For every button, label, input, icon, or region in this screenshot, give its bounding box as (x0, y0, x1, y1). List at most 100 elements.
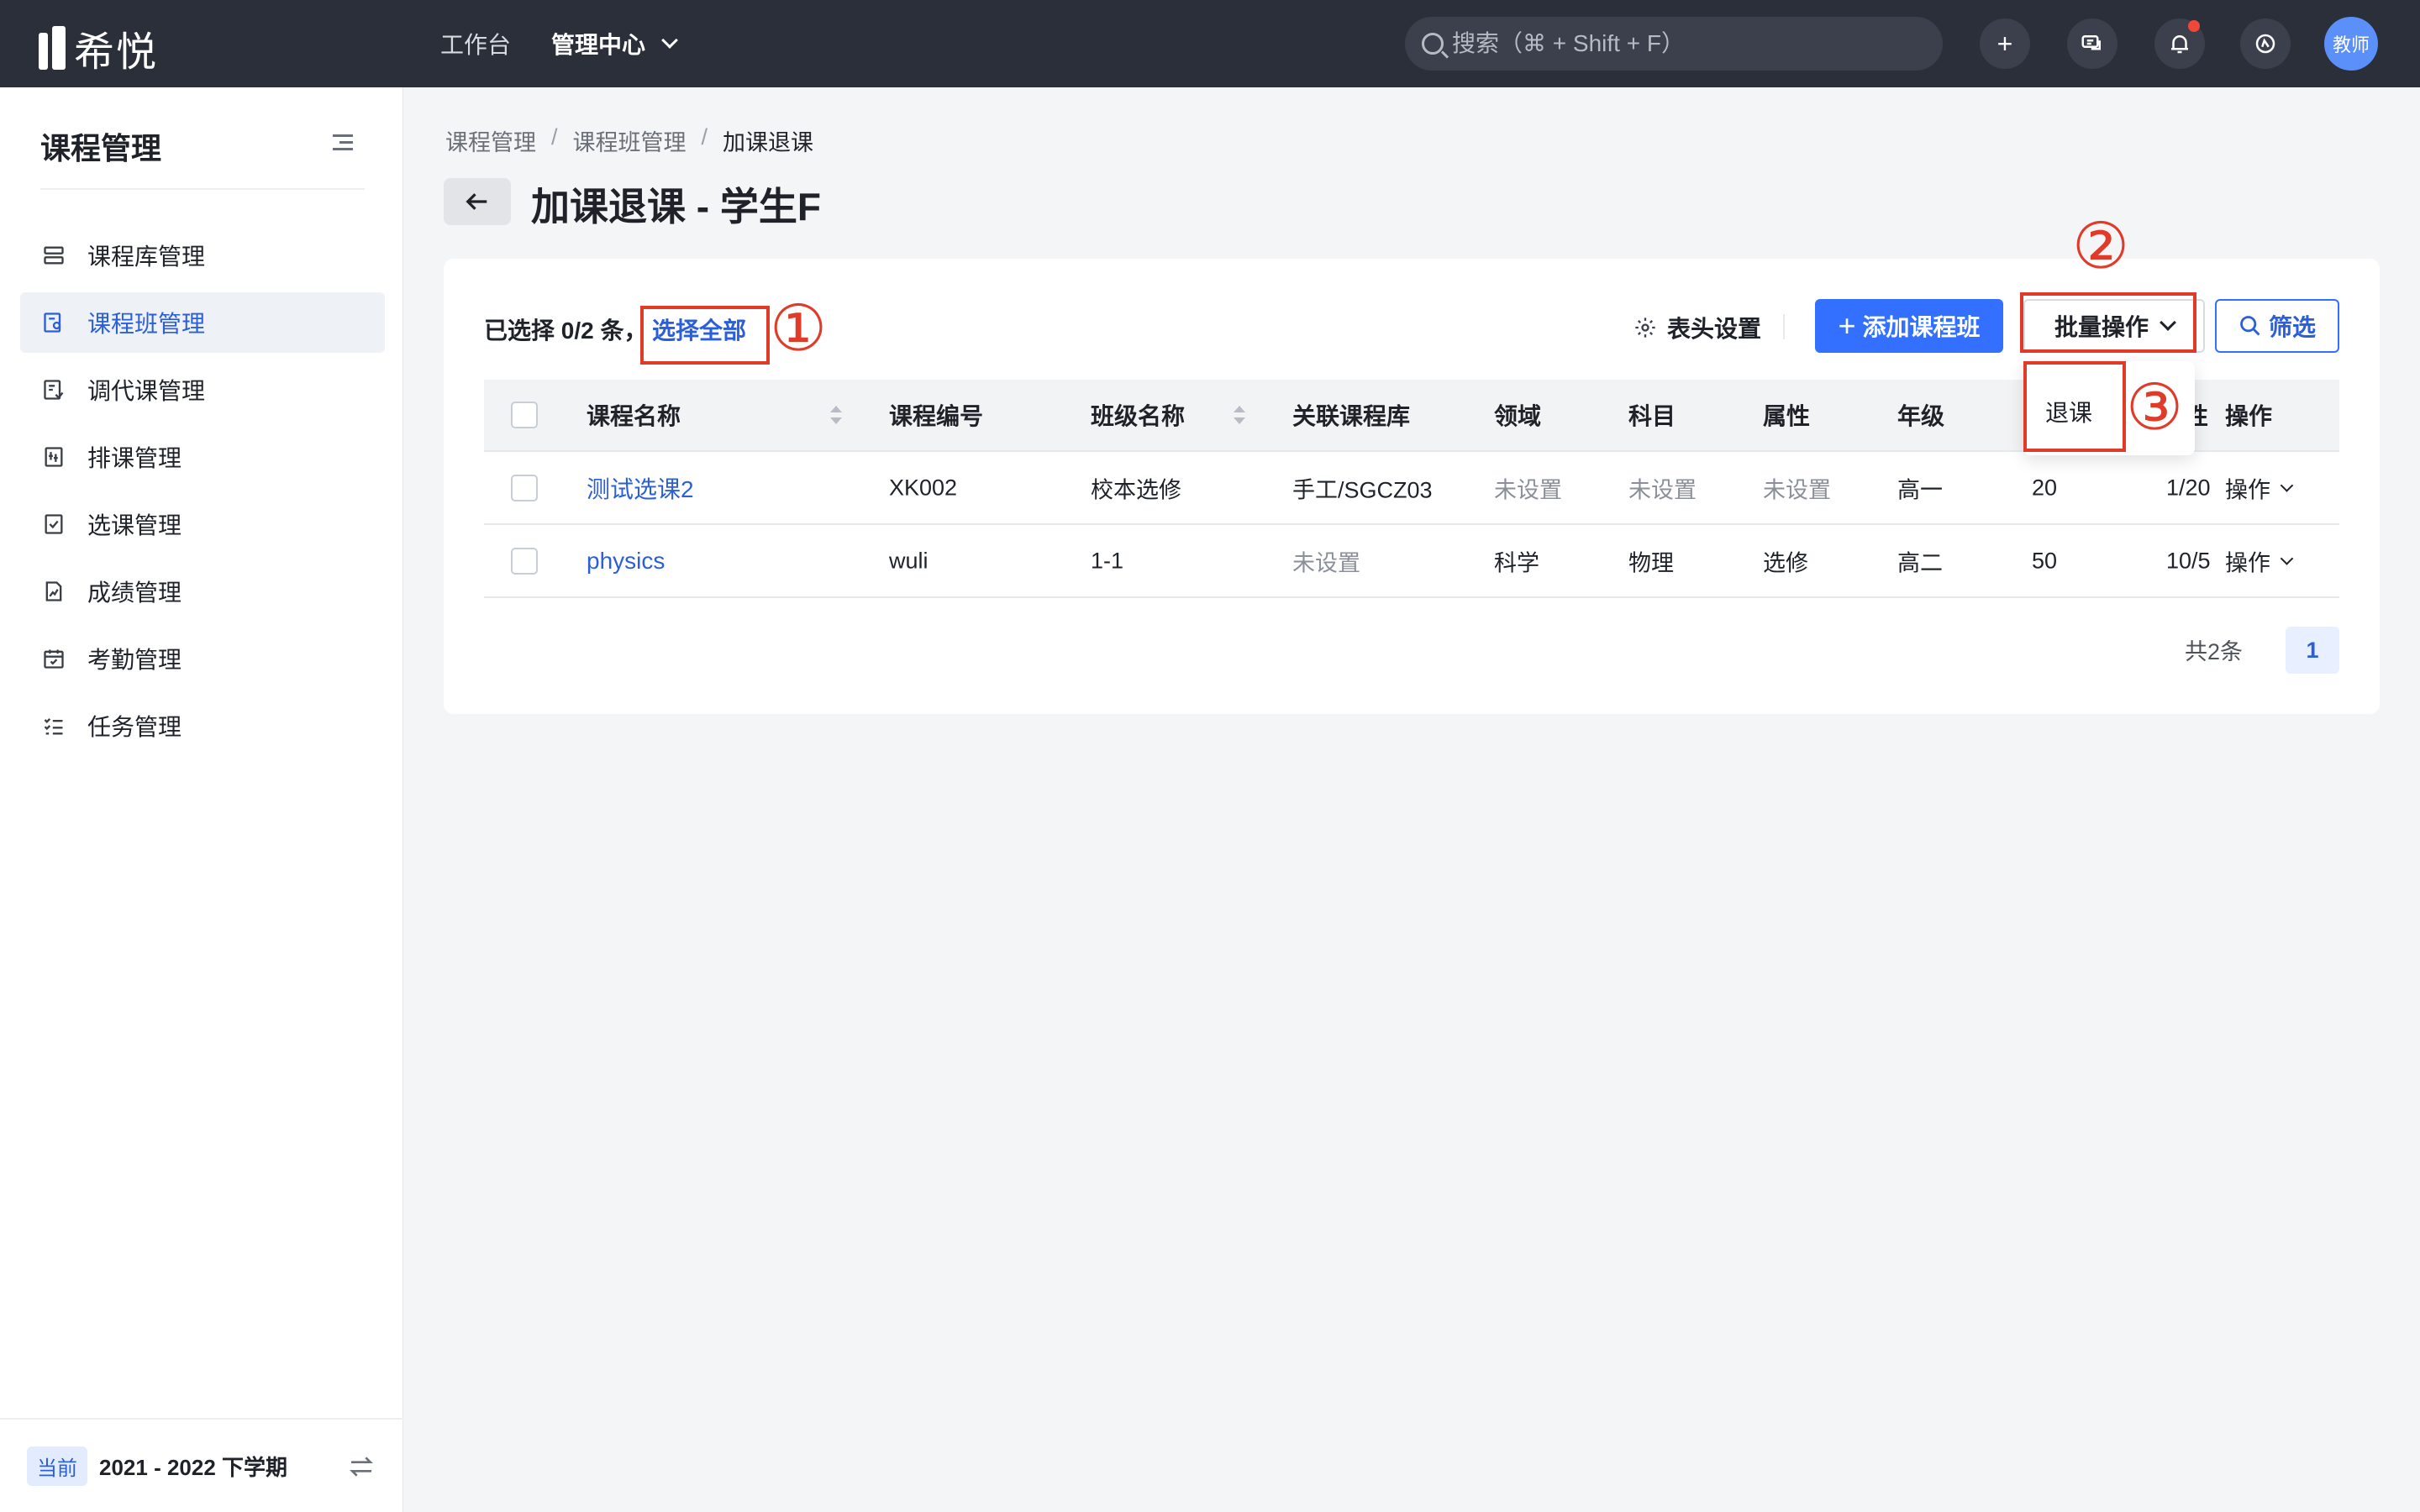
breadcrumb-item-course-management[interactable]: 课程管理 (445, 124, 536, 157)
course-name-link[interactable]: 测试选课2 (587, 471, 694, 505)
search-icon (2240, 316, 2260, 336)
messages-button[interactable] (2067, 18, 2118, 69)
sidebar-item-substitute[interactable]: 调代课管理 (20, 360, 385, 420)
sidebar-item-label: 调代课管理 (87, 378, 206, 404)
sidebar-item-label: 排课管理 (87, 445, 182, 471)
filter-button[interactable]: 筛选 (2215, 299, 2339, 353)
compass-icon (2255, 34, 2275, 54)
sidebar-item-course-select[interactable]: 选课管理 (20, 494, 385, 554)
sidebar-item-course-library[interactable]: 课程库管理 (20, 225, 385, 286)
filter-label: 筛选 (2268, 314, 2316, 340)
app-logo[interactable]: 希悦 (37, 18, 158, 77)
row-checkbox[interactable] (511, 547, 538, 575)
notification-dot (2188, 20, 2200, 32)
substitute-icon (40, 376, 67, 403)
selection-count: 已选择 0/2 条， (484, 318, 648, 344)
annotation-box-3 (2023, 361, 2126, 452)
table-row: 测试选课2 XK002 校本选修 手工/SGCZ03 未设置 未设置 未设置 高… (484, 452, 2339, 525)
sort-icon[interactable] (830, 406, 842, 424)
library: 手工/SGCZ03 (1292, 477, 1433, 502)
sidebar-item-label: 课程班管理 (87, 311, 206, 337)
toolbar-divider (1783, 314, 1785, 339)
pagination-page-1[interactable]: 1 (2286, 627, 2339, 674)
tasks-icon (40, 712, 67, 739)
column-header-field: 领域 (1494, 403, 1542, 429)
column-header-library: 关联课程库 (1292, 403, 1411, 429)
chevron-down-icon (2280, 551, 2294, 565)
pagination-total: 共2条 (2185, 639, 2244, 664)
enrollment: 1/20 (2166, 475, 2211, 500)
sidebar-item-label: 选课管理 (87, 512, 182, 538)
library: 未设置 (1292, 550, 1360, 575)
attendance-icon (40, 645, 67, 672)
grade: 高二 (1897, 550, 1943, 575)
add-button[interactable]: + (1980, 18, 2030, 69)
back-button[interactable] (444, 178, 511, 225)
row-actions-label: 操作 (2225, 477, 2270, 502)
enrollment: 10/5 (2166, 548, 2211, 573)
nav-item-label: 工作台 (440, 32, 512, 58)
sidebar-item-schedule[interactable]: 排课管理 (20, 427, 385, 487)
gear-icon (1635, 318, 1655, 338)
annotation-box-2 (2020, 292, 2196, 353)
column-header-actions: 操作 (2225, 403, 2273, 429)
notifications-button[interactable] (2154, 18, 2205, 69)
apps-button[interactable] (2240, 18, 2291, 69)
course-code: wuli (889, 548, 929, 573)
row-actions-dropdown[interactable]: 操作 (2225, 471, 2294, 504)
sidebar-item-label: 成绩管理 (87, 580, 182, 606)
page-title: 加课退课 - 学生F (531, 185, 821, 228)
current-term-badge: 当前 (27, 1446, 87, 1486)
nav-item-workbench[interactable]: 工作台 (440, 27, 511, 60)
attribute: 未设置 (1763, 477, 1831, 502)
swap-icon[interactable] (348, 1455, 375, 1478)
breadcrumb-item-course-class[interactable]: 课程班管理 (573, 124, 687, 157)
current-term: 2021 - 2022 下学期 (99, 1454, 288, 1480)
annotation-box-1 (640, 306, 770, 365)
column-header-attribute: 属性 (1763, 403, 1811, 429)
term-switcher[interactable]: 当前 2021 - 2022 下学期 (0, 1418, 403, 1512)
chat-icon (2081, 35, 2101, 50)
annotation-number-3: ③ (2126, 372, 2184, 444)
select-all-checkbox[interactable] (511, 402, 538, 428)
grade: 高一 (1897, 477, 1943, 502)
avatar[interactable]: 教师 (2324, 17, 2378, 71)
row-actions-dropdown[interactable]: 操作 (2225, 544, 2294, 577)
sidebar-item-grades[interactable]: 成绩管理 (20, 561, 385, 622)
add-course-class-button[interactable]: + 添加课程班 (1815, 299, 2003, 353)
sidebar-item-label: 任务管理 (87, 714, 182, 740)
grades-icon (40, 578, 67, 605)
breadcrumb-item-current: 加课退课 (723, 130, 814, 155)
sidebar-item-label: 课程库管理 (87, 244, 206, 270)
course-name-link[interactable]: physics (587, 548, 665, 575)
nav-item-label: 管理中心 (551, 32, 646, 58)
table-row: physics wuli 1-1 未设置 科学 物理 选修 高二 50 10/5… (484, 525, 2339, 598)
collapse-sidebar-icon[interactable] (333, 134, 353, 151)
capacity: 50 (2032, 548, 2058, 573)
arrow-left-icon (466, 193, 487, 210)
sidebar-item-tasks[interactable]: 任务管理 (20, 696, 385, 756)
field: 科学 (1494, 550, 1539, 575)
sidebar-menu: 课程库管理 课程班管理 调代课管理 排课管理 选课管理 成绩管理 考勤管理 任务… (20, 225, 385, 763)
chevron-down-icon (661, 32, 678, 49)
column-header-subject: 科目 (1628, 403, 1676, 429)
sidebar-divider (40, 188, 365, 190)
plus-icon: + (1996, 28, 2013, 59)
sort-icon[interactable] (1234, 406, 1245, 424)
sidebar-title: 课程管理 (40, 131, 162, 165)
search-input[interactable] (1452, 30, 1923, 57)
global-search[interactable] (1405, 17, 1943, 71)
add-course-class-label: 添加课程班 (1862, 314, 1981, 340)
breadcrumb-separator: / (701, 124, 708, 150)
subject: 物理 (1628, 550, 1674, 575)
row-checkbox[interactable] (511, 474, 538, 501)
column-header-course-code: 课程编号 (889, 403, 984, 429)
course-library-icon (40, 242, 67, 269)
subject: 未设置 (1628, 477, 1697, 502)
sidebar-item-attendance[interactable]: 考勤管理 (20, 628, 385, 689)
course-class-icon (40, 309, 67, 336)
class-name: 校本选修 (1091, 477, 1181, 502)
sidebar-item-course-class[interactable]: 课程班管理 (20, 292, 385, 353)
nav-item-admin-center[interactable]: 管理中心 (551, 27, 678, 60)
column-settings-button[interactable]: 表头设置 (1634, 311, 1761, 344)
